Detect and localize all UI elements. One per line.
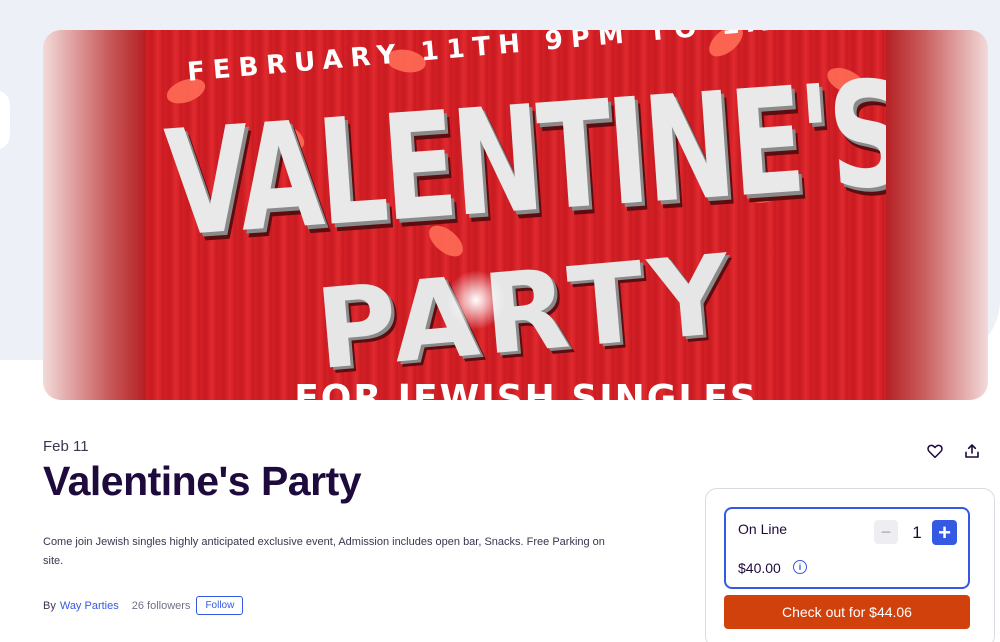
event-hero-image: FEBRUARY 11TH 9PM TO 1AM VALENTINE'S PAR… [43,30,988,400]
event-date: Feb 11 [43,438,89,455]
ticket-price: $40.00 [738,560,781,576]
info-icon[interactable]: i [793,560,807,574]
ticket-name: On Line [738,521,788,537]
event-description: Come join Jewish singles highly anticipa… [43,536,605,567]
ticket-option[interactable]: On Line $40.00 i − 1 + [724,507,970,589]
heart-icon [927,444,943,458]
follow-button[interactable]: Follow [196,596,244,615]
checkout-button[interactable]: Check out for $44.06 [724,595,970,629]
event-flyer: FEBRUARY 11TH 9PM TO 1AM VALENTINE'S PAR… [146,30,886,400]
flyer-light-flare [446,270,506,330]
organizer-link[interactable]: Way Parties [60,600,119,612]
decrease-quantity-button[interactable]: − [874,520,898,544]
follower-count: 26 followers [131,599,191,612]
flyer-bottom-line: FOR JEWISH SINGLES [294,378,758,400]
event-title: Valentine's Party [43,458,362,504]
share-button[interactable] [961,440,983,462]
share-icon [965,444,979,458]
ticket-quantity: 1 [912,523,922,542]
increase-quantity-button[interactable]: + [932,520,957,545]
by-prefix: By [43,599,56,612]
like-button[interactable] [924,440,946,462]
page-background-notch [0,90,10,150]
organizer-byline: By Way Parties 26 followers Follow [43,596,244,615]
